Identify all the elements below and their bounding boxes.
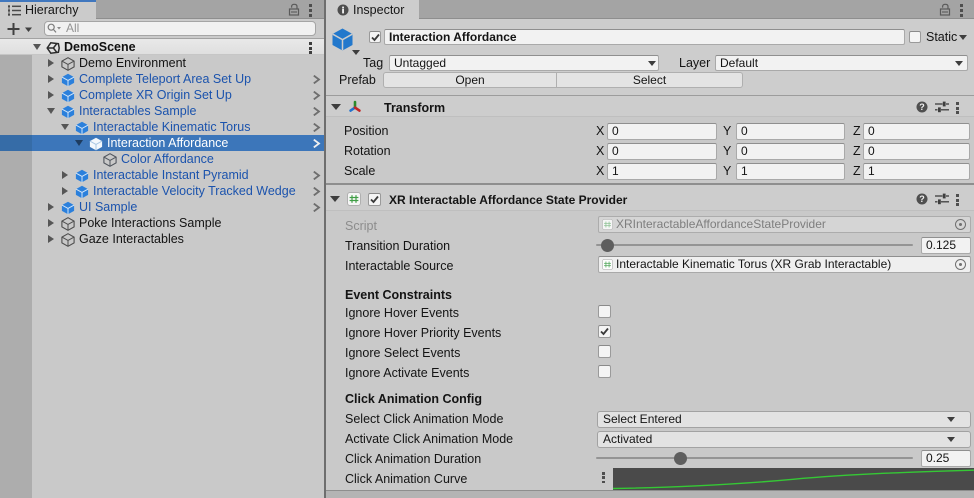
svg-text:?: ? [919,194,925,204]
svg-text:?: ? [919,102,925,112]
